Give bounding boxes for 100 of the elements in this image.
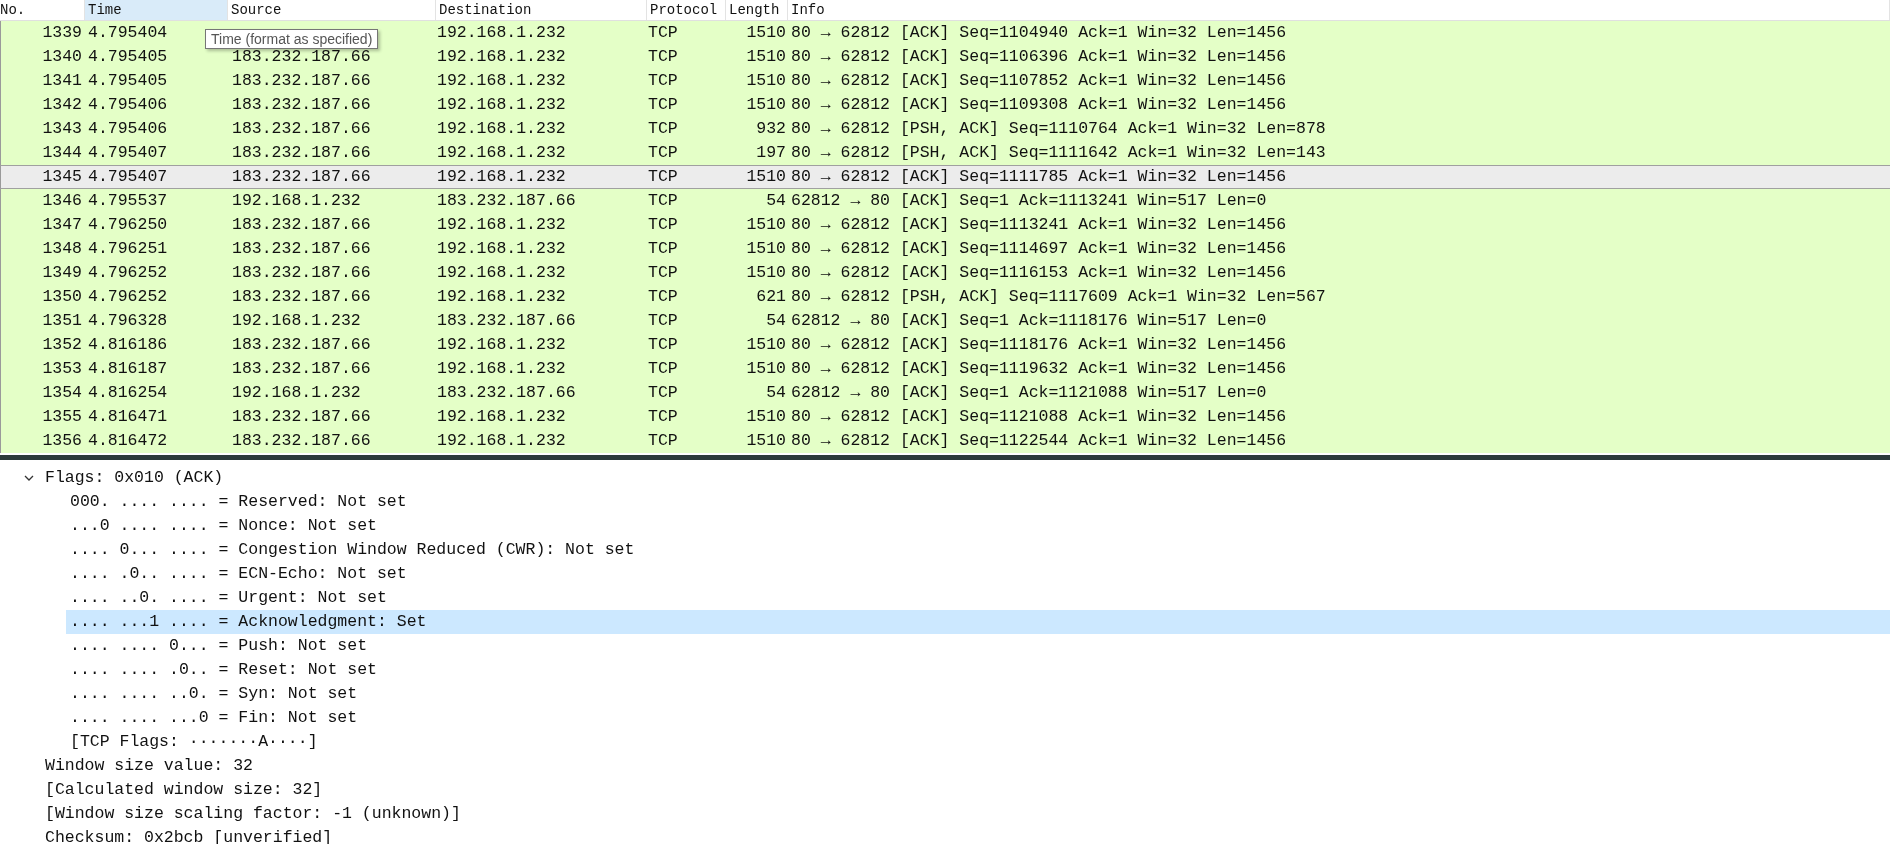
destination-cell: 192.168.1.232 [437,95,566,114]
packet-row[interactable]: 1355 4.816471 183.232.187.66 192.168.1.232 TCP 1510 80 → 62812 [ACK] Seq=1121088 Ack=1 Win=32 Len=1456 [0,405,1890,429]
destination-cell: 192.168.1.232 [437,263,566,282]
info-cell: 80 → 62812 [ACK] Seq=1111785 Ack=1 Win=32 Len=1456 [791,167,1287,186]
tree-item[interactable]: [Window size scaling factor: -1 (unknown)] [0,802,1890,826]
number-cell: 1352 [42,335,82,354]
tooltip: Time (format as specified) [205,29,379,49]
source-cell: 183.232.187.66 [232,47,371,66]
tree-item[interactable]: [TCP Flags: ·······A····] [66,730,1890,754]
destination-cell: 192.168.1.232 [437,143,566,162]
number-cell: 1350 [42,287,82,306]
destination-cell: 192.168.1.232 [437,287,566,306]
protocol-cell: TCP [648,47,678,66]
packet-row[interactable]: 1352 4.816186 183.232.187.66 192.168.1.232 TCP 1510 80 → 62812 [ACK] Seq=1118176 Ack=1 Win=32 Len=1456 [0,333,1890,357]
packet-row[interactable]: 1342 4.795406 183.232.187.66 192.168.1.232 TCP 1510 80 → 62812 [ACK] Seq=1109308 Ack=1 Win=32 Len=1456 [0,93,1890,117]
time-cell: 4.816187 [88,359,168,378]
tree-item[interactable]: .... .... ...0 = Fin: Not set [66,706,1890,730]
number-cell: 1341 [42,71,82,90]
time-cell: 4.795405 [88,71,168,90]
time-cell: 4.816472 [88,431,168,450]
source-cell: 192.168.1.232 [232,191,361,210]
info-cell: 62812 → 80 [ACK] Seq=1 Ack=1118176 Win=517 Len=0 [791,311,1267,330]
length-cell: 54 [766,383,786,402]
info-cell: 80 → 62812 [PSH, ACK] Seq=1111642 Ack=1 Win=32 Len=143 [791,143,1326,162]
protocol-cell: TCP [648,71,678,90]
chevron-icon[interactable] [24,473,34,483]
length-cell: 1510 [746,263,786,282]
info-cell: 80 → 62812 [ACK] Seq=1118176 Ack=1 Win=32 Len=1456 [791,335,1287,354]
info-cell: 80 → 62812 [PSH, ACK] Seq=1110764 Ack=1 Win=32 Len=878 [791,119,1326,138]
tree-item[interactable]: ...0 .... .... = Nonce: Not set [66,514,1890,538]
packet-row[interactable]: 1345 4.795407 183.232.187.66 192.168.1.232 TCP 1510 80 → 62812 [ACK] Seq=1111785 Ack=1 Win=32 Len=1456 [0,165,1890,189]
source-cell: 183.232.187.66 [232,407,371,426]
column-header[interactable]: Protocol [647,0,726,20]
time-cell: 4.796252 [88,287,168,306]
protocol-cell: TCP [648,383,678,402]
number-cell: 1356 [42,431,82,450]
tree-item[interactable]: .... .0.. .... = ECN-Echo: Not set [66,562,1890,586]
length-cell: 54 [766,311,786,330]
column-header[interactable]: Source [228,0,436,20]
length-cell: 1510 [746,215,786,234]
tree-item[interactable]: Flags: 0x010 (ACK) [0,466,1890,490]
tree-item[interactable]: [Calculated window size: 32] [0,778,1890,802]
protocol-cell: TCP [648,431,678,450]
packet-row[interactable]: 1344 4.795407 183.232.187.66 192.168.1.232 TCP 197 80 → 62812 [PSH, ACK] Seq=1111642 Ack=1 Win=32 Len=143 [0,141,1890,165]
number-cell: 1355 [42,407,82,426]
time-cell: 4.796252 [88,263,168,282]
packet-row[interactable]: 1353 4.816187 183.232.187.66 192.168.1.232 TCP 1510 80 → 62812 [ACK] Seq=1119632 Ack=1 Win=32 Len=1456 [0,357,1890,381]
packet-row[interactable]: 1349 4.796252 183.232.187.66 192.168.1.232 TCP 1510 80 → 62812 [ACK] Seq=1116153 Ack=1 Win=32 Len=1456 [0,261,1890,285]
packet-row[interactable]: 1346 4.795537 192.168.1.232 183.232.187.66 TCP 54 62812 → 80 [ACK] Seq=1 Ack=1113241 Win=517 Len=0 [0,189,1890,213]
number-cell: 1351 [42,311,82,330]
source-cell: 183.232.187.66 [232,335,371,354]
number-cell: 1347 [42,215,82,234]
info-cell: 80 → 62812 [ACK] Seq=1121088 Ack=1 Win=32 Len=1456 [791,407,1287,426]
info-cell: 80 → 62812 [ACK] Seq=1119632 Ack=1 Win=32 Len=1456 [791,359,1287,378]
info-cell: 80 → 62812 [ACK] Seq=1106396 Ack=1 Win=32 Len=1456 [791,47,1287,66]
packet-row[interactable]: 1354 4.816254 192.168.1.232 183.232.187.66 TCP 54 62812 → 80 [ACK] Seq=1 Ack=1121088 Win=517 Len=0 [0,381,1890,405]
destination-cell: 183.232.187.66 [437,383,576,402]
column-header[interactable]: Time [85,0,228,20]
protocol-cell: TCP [648,215,678,234]
destination-cell: 192.168.1.232 [437,119,566,138]
tree-item[interactable]: .... .... ..0. = Syn: Not set [66,682,1890,706]
number-cell: 1348 [42,239,82,258]
time-cell: 4.816186 [88,335,168,354]
destination-cell: 192.168.1.232 [437,239,566,258]
time-cell: 4.795407 [88,167,168,186]
tree-item[interactable]: .... ...1 .... = Acknowledgment: Set [66,610,1890,634]
tree-item[interactable]: .... ..0. .... = Urgent: Not set [66,586,1890,610]
destination-cell: 192.168.1.232 [437,23,566,42]
source-cell: 183.232.187.66 [232,239,371,258]
length-cell: 1510 [746,23,786,42]
protocol-cell: TCP [648,167,678,186]
protocol-cell: TCP [648,311,678,330]
packet-row[interactable]: 1348 4.796251 183.232.187.66 192.168.1.232 TCP 1510 80 → 62812 [ACK] Seq=1114697 Ack=1 Win=32 Len=1456 [0,237,1890,261]
time-cell: 4.795407 [88,143,168,162]
destination-cell: 192.168.1.232 [437,431,566,450]
length-cell: 1510 [746,335,786,354]
protocol-cell: TCP [648,191,678,210]
column-header[interactable]: Destination [436,0,647,20]
tree-item[interactable]: .... 0... .... = Congestion Window Reduced (CWR): Not set [66,538,1890,562]
tree-item[interactable]: 000. .... .... = Reserved: Not set [66,490,1890,514]
packet-row[interactable]: 1347 4.796250 183.232.187.66 192.168.1.232 TCP 1510 80 → 62812 [ACK] Seq=1113241 Ack=1 Win=32 Len=1456 [0,213,1890,237]
packet-row[interactable]: 1356 4.816472 183.232.187.66 192.168.1.232 TCP 1510 80 → 62812 [ACK] Seq=1122544 Ack=1 Win=32 Len=1456 [0,429,1890,453]
info-cell: 62812 → 80 [ACK] Seq=1 Ack=1121088 Win=517 Len=0 [791,383,1267,402]
packet-row[interactable]: 1350 4.796252 183.232.187.66 192.168.1.232 TCP 621 80 → 62812 [PSH, ACK] Seq=1117609 Ack=1 Win=32 Len=567 [0,285,1890,309]
length-cell: 1510 [746,359,786,378]
packet-row[interactable]: 1343 4.795406 183.232.187.66 192.168.1.232 TCP 932 80 → 62812 [PSH, ACK] Seq=1110764 Ack=1 Win=32 Len=878 [0,117,1890,141]
packet-row[interactable]: 1351 4.796328 192.168.1.232 183.232.187.66 TCP 54 62812 → 80 [ACK] Seq=1 Ack=1118176 Win=517 Len=0 [0,309,1890,333]
protocol-cell: TCP [648,239,678,258]
column-header[interactable]: Info [788,0,1890,20]
tree-item[interactable]: .... .... .0.. = Reset: Not set [66,658,1890,682]
info-cell: 62812 → 80 [ACK] Seq=1 Ack=1113241 Win=517 Len=0 [791,191,1267,210]
tree-item[interactable]: Window size value: 32 [0,754,1890,778]
protocol-cell: TCP [648,119,678,138]
source-cell: 183.232.187.66 [232,215,371,234]
tree-item[interactable]: .... .... 0... = Push: Not set [66,634,1890,658]
column-header[interactable]: Length [726,0,788,20]
packet-row[interactable]: 1341 4.795405 183.232.187.66 192.168.1.232 TCP 1510 80 → 62812 [ACK] Seq=1107852 Ack=1 Win=32 Len=1456 [0,69,1890,93]
info-cell: 80 → 62812 [ACK] Seq=1107852 Ack=1 Win=32 Len=1456 [791,71,1287,90]
length-cell: 932 [756,119,786,138]
number-cell: 1344 [42,143,82,162]
